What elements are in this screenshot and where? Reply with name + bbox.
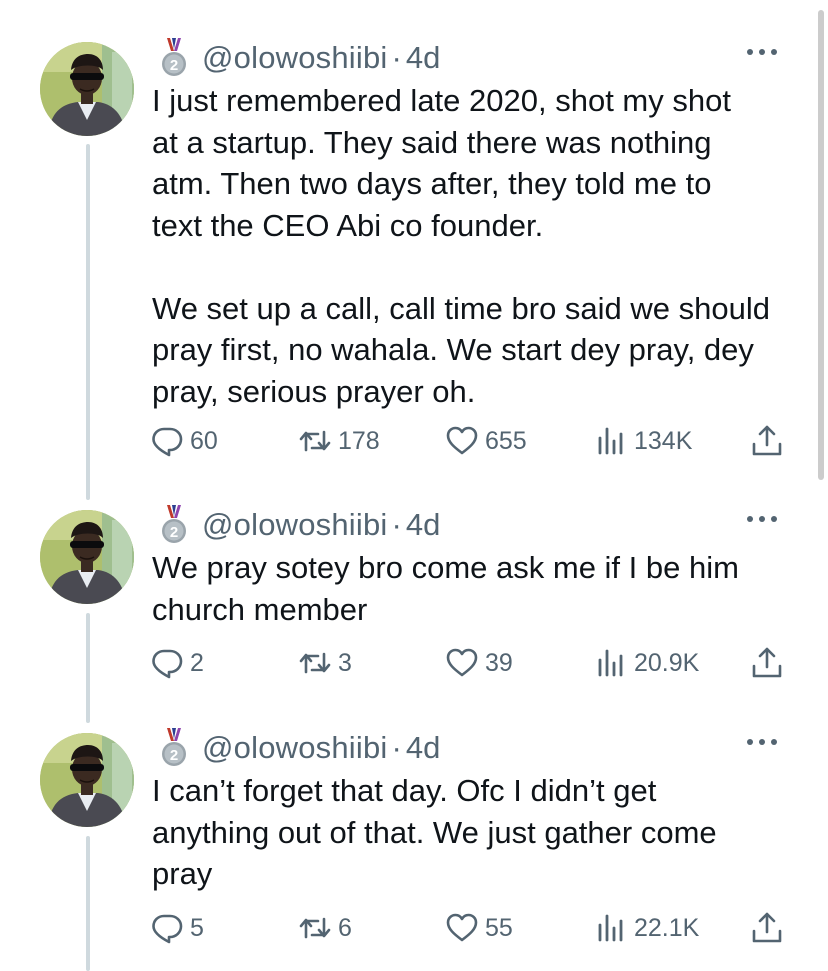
tweet-actions: 2 3 39 20.9K	[150, 643, 800, 683]
tweet-actions: 60 178 655 134K	[150, 421, 800, 461]
separator-dot: ·	[391, 40, 402, 75]
avatar[interactable]	[40, 733, 134, 827]
timestamp[interactable]: 4d	[406, 730, 440, 766]
repost-icon	[298, 911, 332, 945]
avatar-image	[40, 510, 134, 604]
like-button[interactable]: 39	[445, 643, 513, 683]
scrollbar[interactable]	[818, 10, 824, 480]
repost-count: 6	[338, 913, 352, 942]
thread-connector-line	[86, 836, 90, 971]
avatar[interactable]	[40, 510, 134, 604]
repost-count: 3	[338, 648, 352, 677]
views-button[interactable]: 20.9K	[594, 643, 699, 683]
silver-medal-2-icon	[160, 37, 188, 79]
tweet-text: I just remembered late 2020, shot my sho…	[152, 83, 771, 409]
reply-icon	[150, 911, 184, 945]
heart-icon	[445, 646, 479, 680]
tweet-actions: 5 6 55 22.1K	[150, 908, 800, 948]
views-chart-icon	[594, 424, 628, 458]
like-button[interactable]: 55	[445, 908, 513, 948]
reply-icon	[150, 646, 184, 680]
reply-button[interactable]: 5	[150, 908, 204, 948]
reply-button[interactable]: 60	[150, 421, 218, 461]
reply-button[interactable]: 2	[150, 643, 204, 683]
avatar-image	[40, 42, 134, 136]
share-icon	[750, 424, 784, 458]
tweet[interactable]: @olowoshiibi · 4d We pray sotey bro come…	[0, 503, 812, 725]
silver-medal-2-icon	[160, 504, 188, 546]
tweet-text: I can’t forget that day. Ofc I didn’t ge…	[152, 773, 717, 891]
thread-connector-line	[86, 144, 90, 500]
share-icon	[750, 646, 784, 680]
tweet[interactable]: @olowoshiibi · 4d I just remembered late…	[0, 36, 812, 506]
reply-count: 5	[190, 913, 204, 942]
like-button[interactable]: 655	[445, 421, 527, 461]
view-count: 22.1K	[634, 913, 700, 942]
thread-container: @olowoshiibi · 4d I just remembered late…	[0, 0, 828, 971]
tweet-header: @olowoshiibi · 4d	[160, 36, 440, 80]
like-count: 39	[485, 648, 513, 677]
tweet-text: We pray sotey bro come ask me if I be hi…	[152, 550, 739, 627]
tweet-header: @olowoshiibi · 4d	[160, 503, 440, 547]
user-handle[interactable]: @olowoshiibi	[202, 730, 388, 766]
avatar[interactable]	[40, 42, 134, 136]
view-count: 134K	[634, 426, 693, 455]
more-dots-icon[interactable]	[742, 509, 782, 529]
reply-count: 60	[190, 426, 218, 455]
share-button[interactable]	[750, 908, 790, 948]
share-button[interactable]	[750, 421, 790, 461]
reply-count: 2	[190, 648, 204, 677]
view-count: 20.9K	[634, 648, 700, 677]
separator-dot: ·	[391, 507, 402, 542]
tweet-header: @olowoshiibi · 4d	[160, 726, 440, 770]
avatar-image	[40, 733, 134, 827]
more-dots-icon[interactable]	[742, 42, 782, 62]
like-count: 655	[485, 426, 527, 455]
heart-icon	[445, 911, 479, 945]
views-button[interactable]: 134K	[594, 421, 692, 461]
repost-button[interactable]: 3	[298, 643, 352, 683]
timestamp[interactable]: 4d	[406, 40, 440, 76]
user-handle[interactable]: @olowoshiibi	[202, 507, 388, 543]
silver-medal-2-icon	[160, 727, 188, 769]
heart-icon	[445, 424, 479, 458]
repost-icon	[298, 424, 332, 458]
like-count: 55	[485, 913, 513, 942]
views-chart-icon	[594, 646, 628, 680]
repost-button[interactable]: 6	[298, 908, 352, 948]
repost-count: 178	[338, 426, 380, 455]
thread-connector-line	[86, 613, 90, 723]
views-chart-icon	[594, 911, 628, 945]
more-dots-icon[interactable]	[742, 732, 782, 752]
tweet[interactable]: @olowoshiibi · 4d I can’t forget that da…	[0, 726, 812, 971]
repost-button[interactable]: 178	[298, 421, 380, 461]
reply-icon	[150, 424, 184, 458]
timestamp[interactable]: 4d	[406, 507, 440, 543]
user-handle[interactable]: @olowoshiibi	[202, 40, 388, 76]
views-button[interactable]: 22.1K	[594, 908, 699, 948]
share-icon	[750, 911, 784, 945]
separator-dot: ·	[391, 730, 402, 765]
repost-icon	[298, 646, 332, 680]
share-button[interactable]	[750, 643, 790, 683]
